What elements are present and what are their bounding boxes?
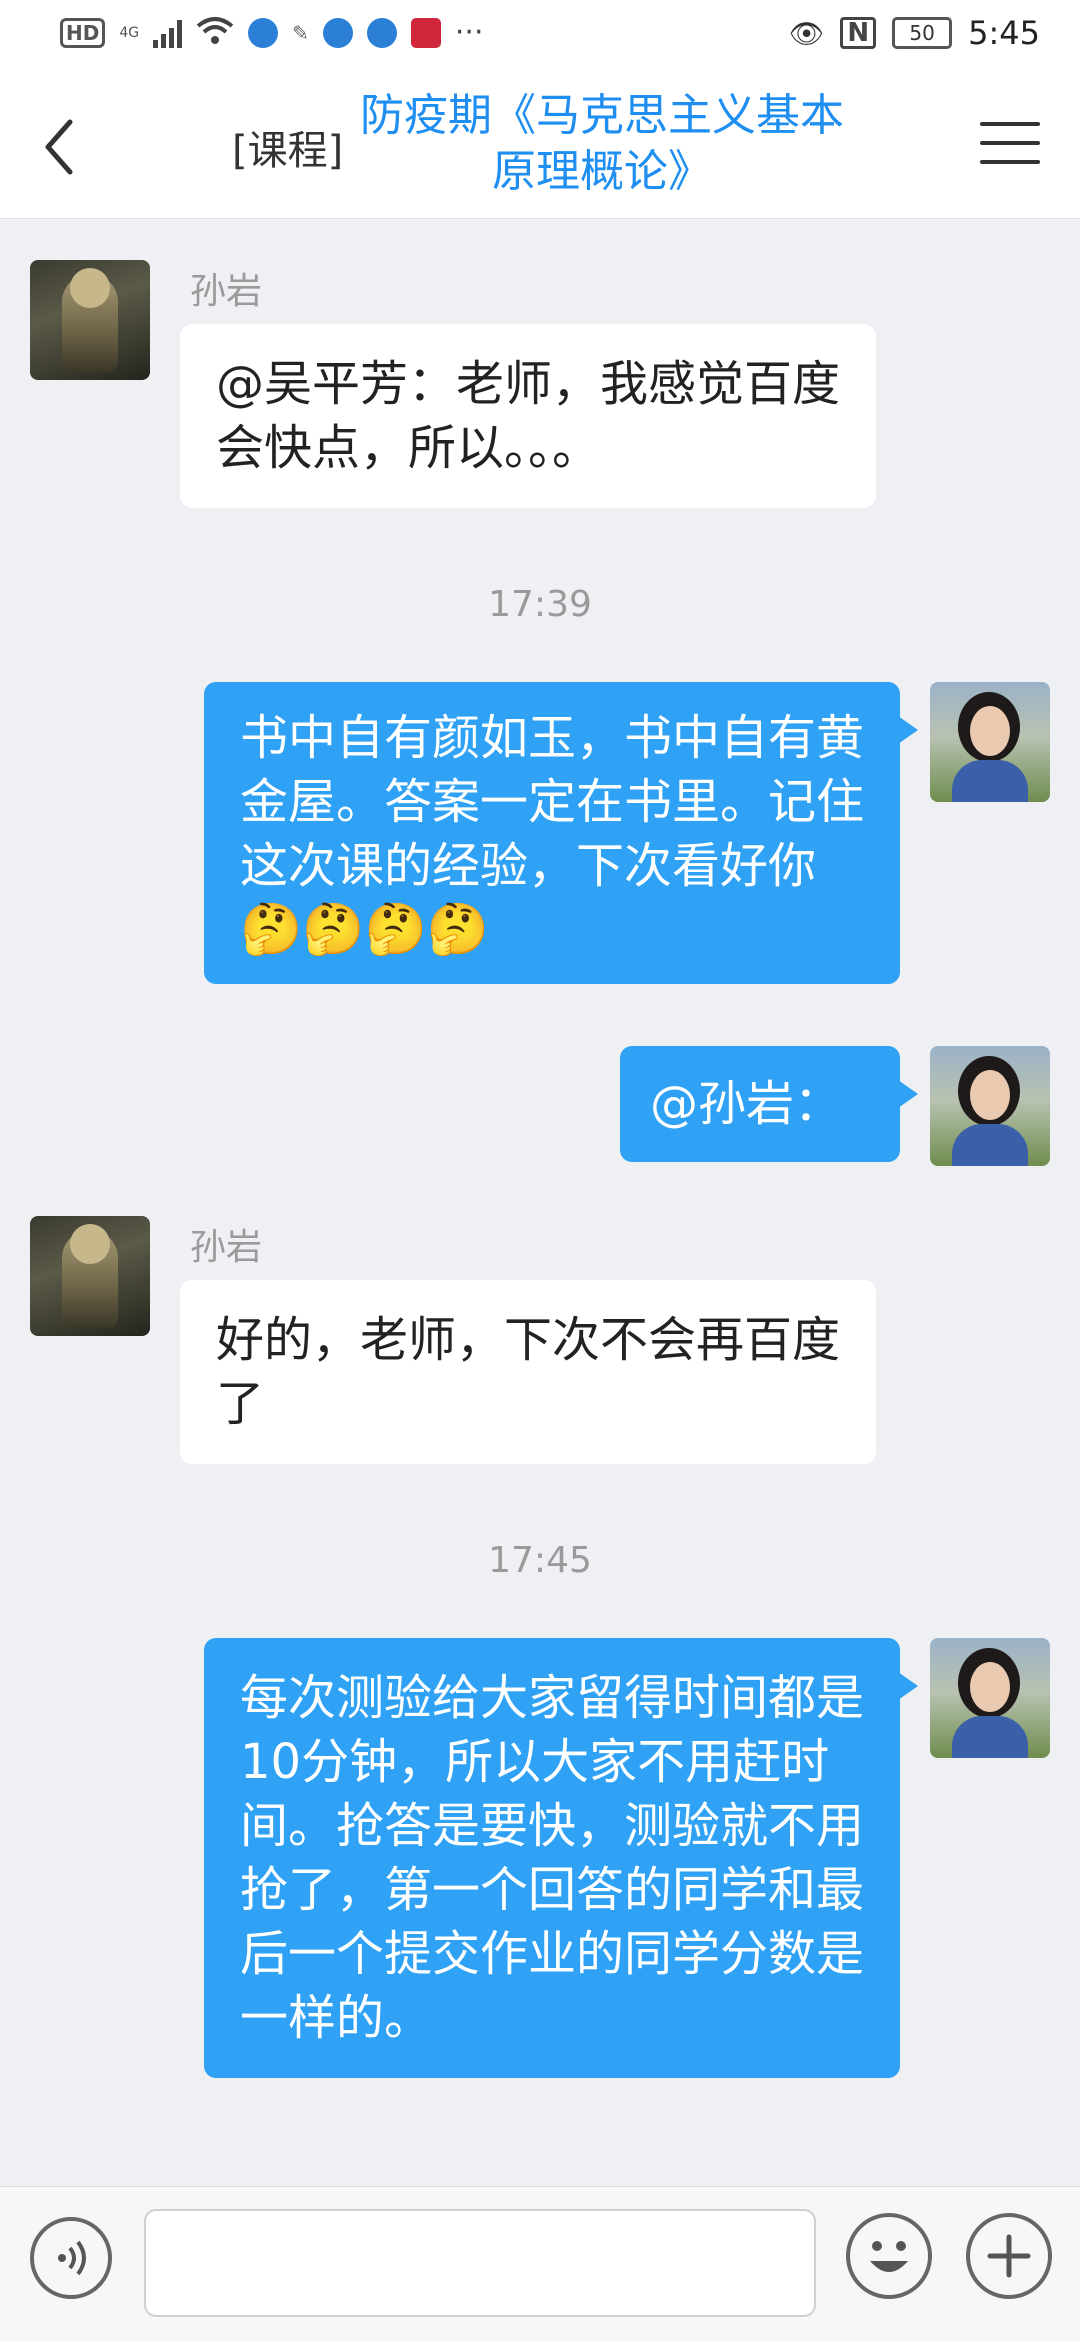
message-bubble[interactable]: 好的，老师，下次不会再百度了 bbox=[180, 1280, 876, 1464]
emoji-icon bbox=[870, 2241, 908, 2272]
status-left: HD 4G ✎ ··· bbox=[60, 16, 483, 50]
message-bubble[interactable]: 书中自有颜如玉，书中自有黄金屋。答案一定在书里。记住这次课的经验，下次看好你 🤔🤔… bbox=[204, 682, 918, 984]
thinking-emoji-icon: 🤔🤔🤔🤔 bbox=[240, 900, 490, 958]
avatar[interactable] bbox=[930, 682, 1050, 802]
input-bar bbox=[0, 2186, 1080, 2341]
avatar[interactable] bbox=[30, 1216, 150, 1336]
message-text: @孙岩： bbox=[650, 1076, 843, 1132]
message-bubble[interactable]: @吴平芳：老师，我感觉百度会快点，所以。。。 bbox=[180, 324, 876, 508]
plus-icon bbox=[987, 2234, 1031, 2278]
message-bubble[interactable]: 每次测验给大家留得时间都是10分钟，所以大家不用赶时间。抢答是要快，测验就不用抢… bbox=[204, 1638, 918, 2078]
app-notification-icon: ✎ bbox=[292, 21, 309, 45]
sender-name: 孙岩 bbox=[190, 271, 263, 312]
more-notifications-icon: ··· bbox=[454, 15, 484, 50]
app-notification-icon bbox=[322, 18, 353, 48]
wifi-icon bbox=[196, 16, 234, 50]
message-text: 书中自有颜如玉，书中自有黄金屋。答案一定在书里。记住这次课的经验，下次看好你 bbox=[240, 710, 865, 894]
chat-header: [课程] 防疫期《马克思主义基本原理概论》 bbox=[0, 72, 1080, 219]
timestamp: 17:45 bbox=[488, 1540, 592, 1581]
avatar[interactable] bbox=[930, 1046, 1050, 1166]
message-text: 好的，老师，下次不会再百度了 bbox=[216, 1312, 841, 1432]
signal-icon bbox=[153, 18, 183, 48]
network-type: 4G bbox=[119, 25, 140, 41]
status-time: 5:45 bbox=[968, 14, 1040, 52]
nfc-icon: N bbox=[840, 17, 877, 49]
message-input[interactable] bbox=[144, 2209, 816, 2317]
voice-button[interactable] bbox=[30, 2217, 112, 2299]
battery-icon: 50 bbox=[892, 17, 953, 49]
app-notification-icon bbox=[366, 18, 397, 48]
app-notification-icon bbox=[410, 18, 441, 48]
avatar[interactable] bbox=[30, 260, 150, 380]
hd-badge: HD bbox=[60, 18, 106, 48]
avatar[interactable] bbox=[930, 1638, 1050, 1758]
title-prefix: [课程] bbox=[232, 128, 344, 174]
status-bar: HD 4G ✎ ··· 👁 N 50 5:45 bbox=[0, 0, 1080, 72]
page-title: 防疫期《马克思主义基本原理概论》 bbox=[360, 90, 844, 197]
status-right: 👁 N 50 5:45 bbox=[789, 14, 1040, 52]
message-text: @吴平芳：老师，我感觉百度会快点，所以。。。 bbox=[216, 356, 841, 476]
plus-button[interactable] bbox=[966, 2213, 1052, 2299]
message-text: 每次测验给大家留得时间都是10分钟，所以大家不用赶时间。抢答是要快，测验就不用抢… bbox=[240, 1670, 865, 2046]
sender-name: 孙岩 bbox=[190, 1227, 263, 1268]
hamburger-menu-icon bbox=[980, 122, 1040, 164]
message-bubble[interactable]: @孙岩： bbox=[620, 1046, 918, 1162]
app-notification-icon bbox=[248, 18, 279, 48]
emoji-button[interactable] bbox=[846, 2213, 932, 2299]
timestamp: 17:39 bbox=[488, 584, 592, 625]
menu-button[interactable] bbox=[980, 122, 1040, 168]
voice-icon bbox=[58, 2240, 86, 2276]
back-button[interactable] bbox=[30, 112, 90, 182]
eye-comfort-icon: 👁 bbox=[788, 16, 825, 50]
chevron-left-icon bbox=[45, 119, 73, 175]
